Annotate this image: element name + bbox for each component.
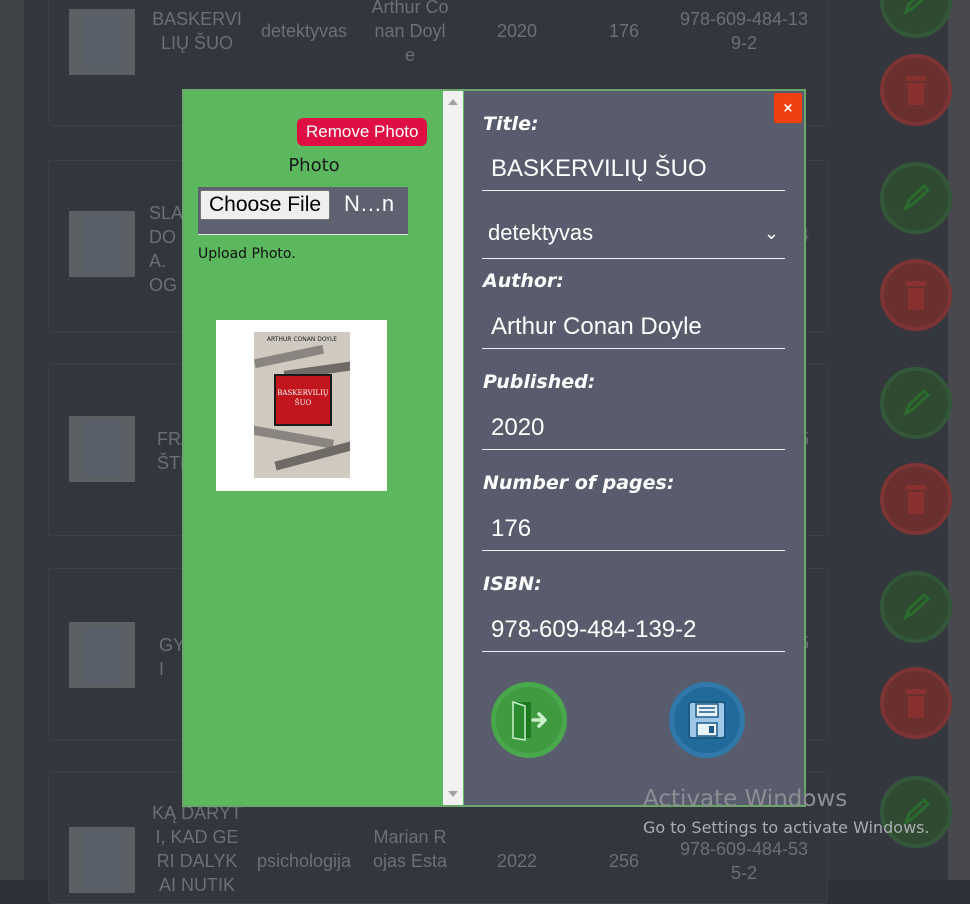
row-year: 2020: [496, 21, 538, 41]
book-thumbnail: [69, 211, 135, 277]
genre-selected-value: detektyvas: [488, 220, 594, 245]
trash-icon: [906, 485, 926, 514]
book-thumbnail: [69, 9, 135, 75]
photo-label: Photo: [288, 155, 340, 176]
choose-file-button[interactable]: Choose File: [200, 190, 331, 220]
edit-button[interactable]: [880, 776, 952, 848]
trash-icon: [906, 689, 926, 718]
pencil-icon: [903, 388, 931, 417]
photo-preview: ARTHUR CONAN DOYLE BASKERVILIŲ ŠUO: [216, 320, 387, 491]
pages-label: Number of pages:: [483, 472, 675, 494]
file-input[interactable]: Choose File N…n: [198, 187, 408, 235]
floppy-disk-icon: [688, 701, 726, 739]
activate-windows-title: Activate Windows: [643, 786, 848, 812]
pencil-icon: [903, 0, 924, 16]
exit-button[interactable]: [491, 682, 567, 758]
row-author: Marian R ojas Esta: [372, 827, 448, 871]
title-input[interactable]: BASKERVILIŲ ŠUO: [482, 147, 785, 191]
row-title: BASKERVI LIŲ ŠUO: [152, 9, 242, 53]
book-thumbnail: [69, 416, 135, 482]
delete-button[interactable]: [880, 259, 952, 331]
trash-icon: [906, 281, 926, 310]
activate-windows-subtitle: Go to Settings to activate Windows.: [643, 818, 930, 837]
modal-scrollbar[interactable]: [443, 91, 463, 805]
book-thumbnail: [69, 827, 135, 893]
book-cover-image: ARTHUR CONAN DOYLE BASKERVILIŲ ŠUO: [254, 332, 350, 478]
book-thumbnail: [69, 622, 135, 688]
close-button[interactable]: ×: [774, 93, 802, 123]
row-title: KĄ DARYT I, KAD GE RI DALYK AI NUTIK: [152, 803, 242, 895]
author-label: Author:: [483, 270, 564, 292]
delete-button[interactable]: [880, 667, 952, 739]
edit-button[interactable]: [880, 367, 952, 439]
pencil-icon: [903, 592, 931, 621]
edit-button[interactable]: [880, 162, 952, 234]
row-genre: detektyvas: [260, 21, 348, 41]
cover-author-text: ARTHUR CONAN DOYLE: [266, 336, 338, 343]
exit-door-icon: [512, 700, 547, 741]
edit-book-modal: Remove Photo Photo Choose File N…n Uploa…: [182, 89, 806, 807]
edit-button[interactable]: [880, 571, 952, 643]
details-panel: × Title: BASKERVILIŲ ŠUO detektyvas ⌄ Au…: [464, 91, 804, 805]
scroll-down-arrow-icon[interactable]: [448, 791, 458, 797]
photo-panel: Remove Photo Photo Choose File N…n Uploa…: [184, 91, 444, 805]
row-pages: 256: [608, 851, 640, 871]
right-scrollbar-track[interactable]: [948, 0, 970, 880]
cover-title: BASKERVILIŲ ŠUO: [277, 389, 329, 407]
remove-photo-button[interactable]: Remove Photo: [297, 118, 428, 146]
row-isbn: 978-609-484-13 9-2: [679, 9, 809, 53]
chevron-down-icon: ⌄: [763, 223, 779, 243]
delete-button[interactable]: [880, 463, 952, 535]
upload-hint: Upload Photo.: [198, 246, 296, 262]
file-name-text: N…n: [344, 191, 395, 216]
left-sidebar-strip: [0, 0, 24, 880]
row-isbn: 978-609-484-53 5-2: [679, 839, 809, 883]
save-button[interactable]: [669, 682, 745, 758]
title-label: Title:: [483, 113, 539, 135]
genre-select[interactable]: detektyvas ⌄: [482, 211, 785, 259]
trash-icon: [906, 76, 926, 105]
published-input[interactable]: 2020: [482, 406, 785, 450]
pencil-icon: [903, 183, 931, 212]
row-year: 2022: [496, 851, 538, 871]
published-label: Published:: [483, 371, 596, 393]
isbn-label: ISBN:: [483, 573, 542, 595]
cover-title-box: BASKERVILIŲ ŠUO: [274, 374, 332, 426]
row-genre: psichologija: [256, 851, 352, 871]
delete-button[interactable]: [880, 54, 952, 126]
author-input[interactable]: Arthur Conan Doyle: [482, 305, 785, 349]
row-pages: 176: [608, 21, 640, 41]
isbn-input[interactable]: 978-609-484-139-2: [482, 608, 785, 652]
row-author: Arthur Co nan Doyl e: [371, 0, 449, 65]
pages-input[interactable]: 176: [482, 507, 785, 551]
scroll-up-arrow-icon[interactable]: [448, 99, 458, 105]
